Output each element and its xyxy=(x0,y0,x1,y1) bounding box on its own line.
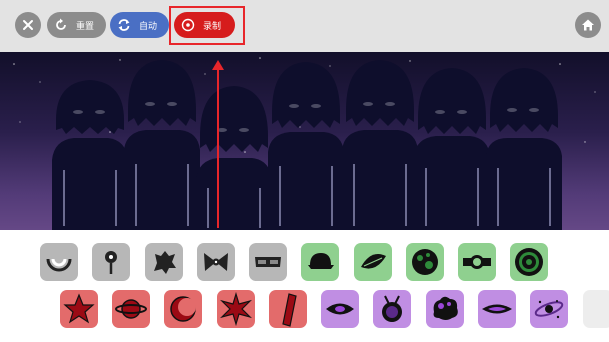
glasses-icon xyxy=(255,257,281,267)
home-button[interactable] xyxy=(575,12,601,38)
star-icon xyxy=(63,293,95,324)
target-icon xyxy=(515,248,543,276)
sound-tile-galaxy[interactable] xyxy=(530,290,568,328)
sound-tile-pendant[interactable] xyxy=(373,290,411,328)
bow-icon xyxy=(204,253,228,271)
performer-3 xyxy=(196,86,272,230)
sound-tile-watch[interactable] xyxy=(458,243,496,281)
splash-icon xyxy=(154,251,176,274)
pendant-icon xyxy=(382,295,402,322)
watch-icon xyxy=(463,255,491,269)
sound-tile-leaf[interactable] xyxy=(354,243,392,281)
close-button[interactable] xyxy=(15,12,41,38)
performer-4 xyxy=(268,62,344,230)
leaf-icon xyxy=(361,254,386,269)
performer-1 xyxy=(52,80,128,230)
fluffy-icon xyxy=(433,296,458,320)
eye-icon xyxy=(326,303,354,315)
home-icon xyxy=(582,19,594,31)
performer-6 xyxy=(414,68,490,230)
planet-icon xyxy=(412,249,438,275)
sound-tile-crescent[interactable] xyxy=(164,290,202,328)
performer-2 xyxy=(124,60,200,230)
sound-tile-slit-eye[interactable] xyxy=(478,290,516,328)
sound-tile-fluffy[interactable] xyxy=(426,290,464,328)
auto-button[interactable]: 自动 xyxy=(110,12,169,38)
sound-tile-planet[interactable] xyxy=(406,243,444,281)
empty-slot-tile xyxy=(583,290,609,328)
sound-tile-splash[interactable] xyxy=(145,243,183,281)
top-toolbar: 重置 自动 录制 xyxy=(0,0,609,52)
sound-tile-eye[interactable] xyxy=(321,290,359,328)
sound-tile-bar[interactable] xyxy=(269,290,307,328)
sound-tile-cap[interactable] xyxy=(301,243,339,281)
reset-icon xyxy=(52,16,70,34)
sound-tile-glasses[interactable] xyxy=(249,243,287,281)
reset-label: 重置 xyxy=(76,21,95,32)
close-icon xyxy=(23,20,33,30)
record-highlight-box xyxy=(169,6,245,45)
sound-tile-target[interactable] xyxy=(510,243,548,281)
bar-icon xyxy=(282,293,297,327)
sound-tile-bow[interactable] xyxy=(197,243,235,281)
burst-icon xyxy=(219,291,253,327)
sound-tile-mic[interactable] xyxy=(92,243,130,281)
reset-button[interactable]: 重置 xyxy=(47,12,106,38)
sound-tile-burst[interactable] xyxy=(217,290,255,328)
slit-eye-icon xyxy=(482,304,512,314)
mic-icon xyxy=(105,251,117,274)
sound-tile-arc[interactable] xyxy=(40,243,78,281)
performer-stage xyxy=(0,52,609,230)
auto-label: 自动 xyxy=(139,21,158,32)
crescent-icon xyxy=(170,296,196,322)
ringed-planet-icon xyxy=(115,299,147,319)
sound-icon-tray xyxy=(0,230,609,342)
sound-tile-ringed-planet[interactable] xyxy=(112,290,150,328)
performer-7 xyxy=(486,68,562,230)
cap-icon xyxy=(308,253,334,269)
stage-art xyxy=(13,57,596,230)
performer-5 xyxy=(342,60,418,230)
sound-tile-star[interactable] xyxy=(60,290,98,328)
arc-icon xyxy=(46,258,72,272)
refresh-icon xyxy=(115,16,133,34)
galaxy-icon xyxy=(534,300,564,319)
